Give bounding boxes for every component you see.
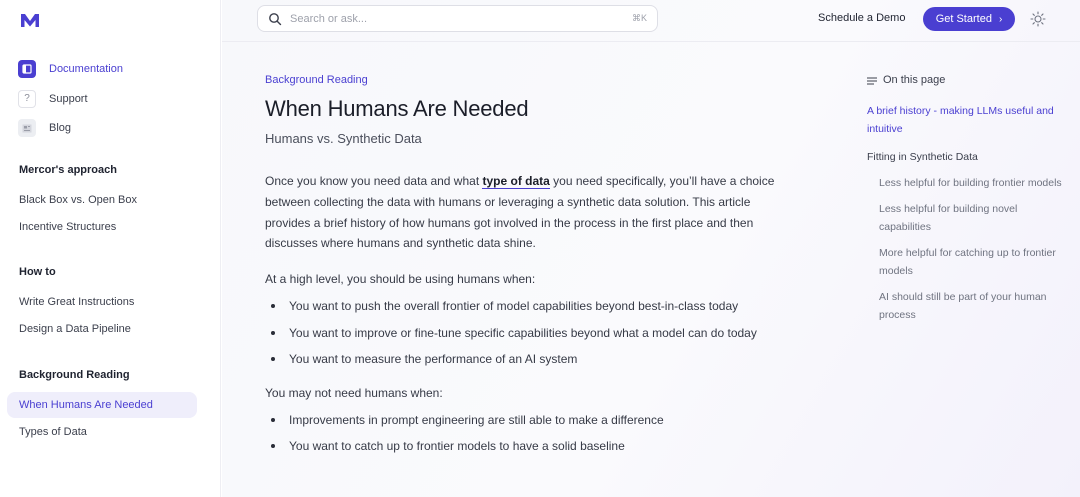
section-title-how-to: How to: [19, 266, 56, 278]
search-box[interactable]: ⌘K: [257, 5, 658, 32]
sidebar: Documentation ? Support Blog Mercor's ap…: [0, 0, 221, 497]
search-icon: [268, 12, 282, 26]
main-area: ⌘K Schedule a Demo Get Started › Backgro…: [222, 0, 1080, 497]
toc-item-brief-history[interactable]: A brief history - making LLMs useful and…: [867, 102, 1067, 138]
toc-item-novel-capabilities[interactable]: Less helpful for building novel capabili…: [867, 200, 1067, 236]
app-root: Documentation ? Support Blog Mercor's ap…: [0, 0, 1080, 497]
article-content: Background Reading When Humans Are Neede…: [265, 74, 805, 465]
page-title: When Humans Are Needed: [265, 96, 529, 121]
type-of-data-link[interactable]: type of data: [482, 174, 550, 189]
list-item: You want to improve or fine-tune specifi…: [265, 325, 805, 352]
top-bar: ⌘K Schedule a Demo Get Started ›: [222, 0, 1080, 42]
page-subtitle: Humans vs. Synthetic Data: [265, 131, 422, 146]
list-lines-icon: [867, 76, 877, 85]
schedule-demo-link[interactable]: Schedule a Demo: [818, 12, 905, 24]
list-item: You want to catch up to frontier models …: [265, 438, 805, 465]
sidebar-item-documentation[interactable]: Documentation: [18, 60, 123, 78]
breadcrumb[interactable]: Background Reading: [265, 74, 805, 86]
chevron-right-icon: ›: [998, 13, 1003, 25]
toc-item-ai-human-process[interactable]: AI should still be part of your human pr…: [867, 288, 1067, 324]
sidebar-item-label: Blog: [49, 122, 72, 134]
search-shortcut-hint: ⌘K: [631, 13, 647, 23]
search-input[interactable]: [290, 12, 632, 25]
book-icon: [18, 60, 36, 78]
sun-icon[interactable]: [1030, 11, 1046, 27]
question-icon: ?: [18, 89, 36, 108]
no-humans-list: Improvements in prompt engineering are s…: [265, 412, 805, 465]
sidebar-link-when-humans-needed[interactable]: When Humans Are Needed: [7, 392, 197, 418]
sidebar-item-label: Documentation: [49, 63, 123, 75]
toc-item-catching-up[interactable]: More helpful for catching up to frontier…: [867, 244, 1067, 280]
sidebar-link-write-instructions[interactable]: Write Great Instructions: [19, 296, 134, 308]
toc-heading-label: On this page: [883, 74, 946, 86]
get-started-label: Get Started: [935, 13, 992, 25]
use-humans-list: You want to push the overall frontier of…: [265, 298, 805, 378]
table-of-contents: On this page A brief history - making LL…: [867, 74, 1067, 324]
sidebar-link-incentive-structures[interactable]: Incentive Structures: [19, 221, 116, 233]
intro-text-start: Once you know you need data and what: [265, 174, 483, 188]
section-title-mercors-approach: Mercor's approach: [19, 164, 117, 176]
list-item: You want to push the overall frontier of…: [265, 298, 805, 325]
sidebar-link-data-pipeline[interactable]: Design a Data Pipeline: [19, 323, 131, 335]
list-item: Improvements in prompt engineering are s…: [265, 412, 805, 439]
list-item: You want to measure the performance of a…: [265, 351, 805, 378]
sidebar-item-label: Support: [49, 92, 88, 105]
toc-item-synthetic-data[interactable]: Fitting in Synthetic Data: [867, 148, 1067, 166]
sidebar-top-nav: Documentation ? Support Blog: [18, 60, 123, 149]
get-started-button[interactable]: Get Started ›: [923, 7, 1015, 31]
sidebar-link-types-of-data[interactable]: Types of Data: [19, 426, 87, 438]
toc-item-frontier-models[interactable]: Less helpful for building frontier model…: [867, 174, 1067, 192]
sidebar-link-black-box[interactable]: Black Box vs. Open Box: [19, 194, 137, 206]
toc-heading: On this page: [867, 74, 1067, 86]
sidebar-item-support[interactable]: ? Support: [18, 89, 123, 108]
intro-paragraph: Once you know you need data and what typ…: [265, 171, 775, 254]
newspaper-icon: [18, 119, 36, 137]
section-title-background-reading: Background Reading: [19, 369, 130, 381]
sidebar-item-blog[interactable]: Blog: [18, 119, 123, 137]
no-humans-lead: You may not need humans when:: [265, 385, 443, 400]
use-humans-lead: At a high level, you should be using hum…: [265, 272, 536, 287]
mercor-logo-icon[interactable]: [20, 12, 40, 28]
